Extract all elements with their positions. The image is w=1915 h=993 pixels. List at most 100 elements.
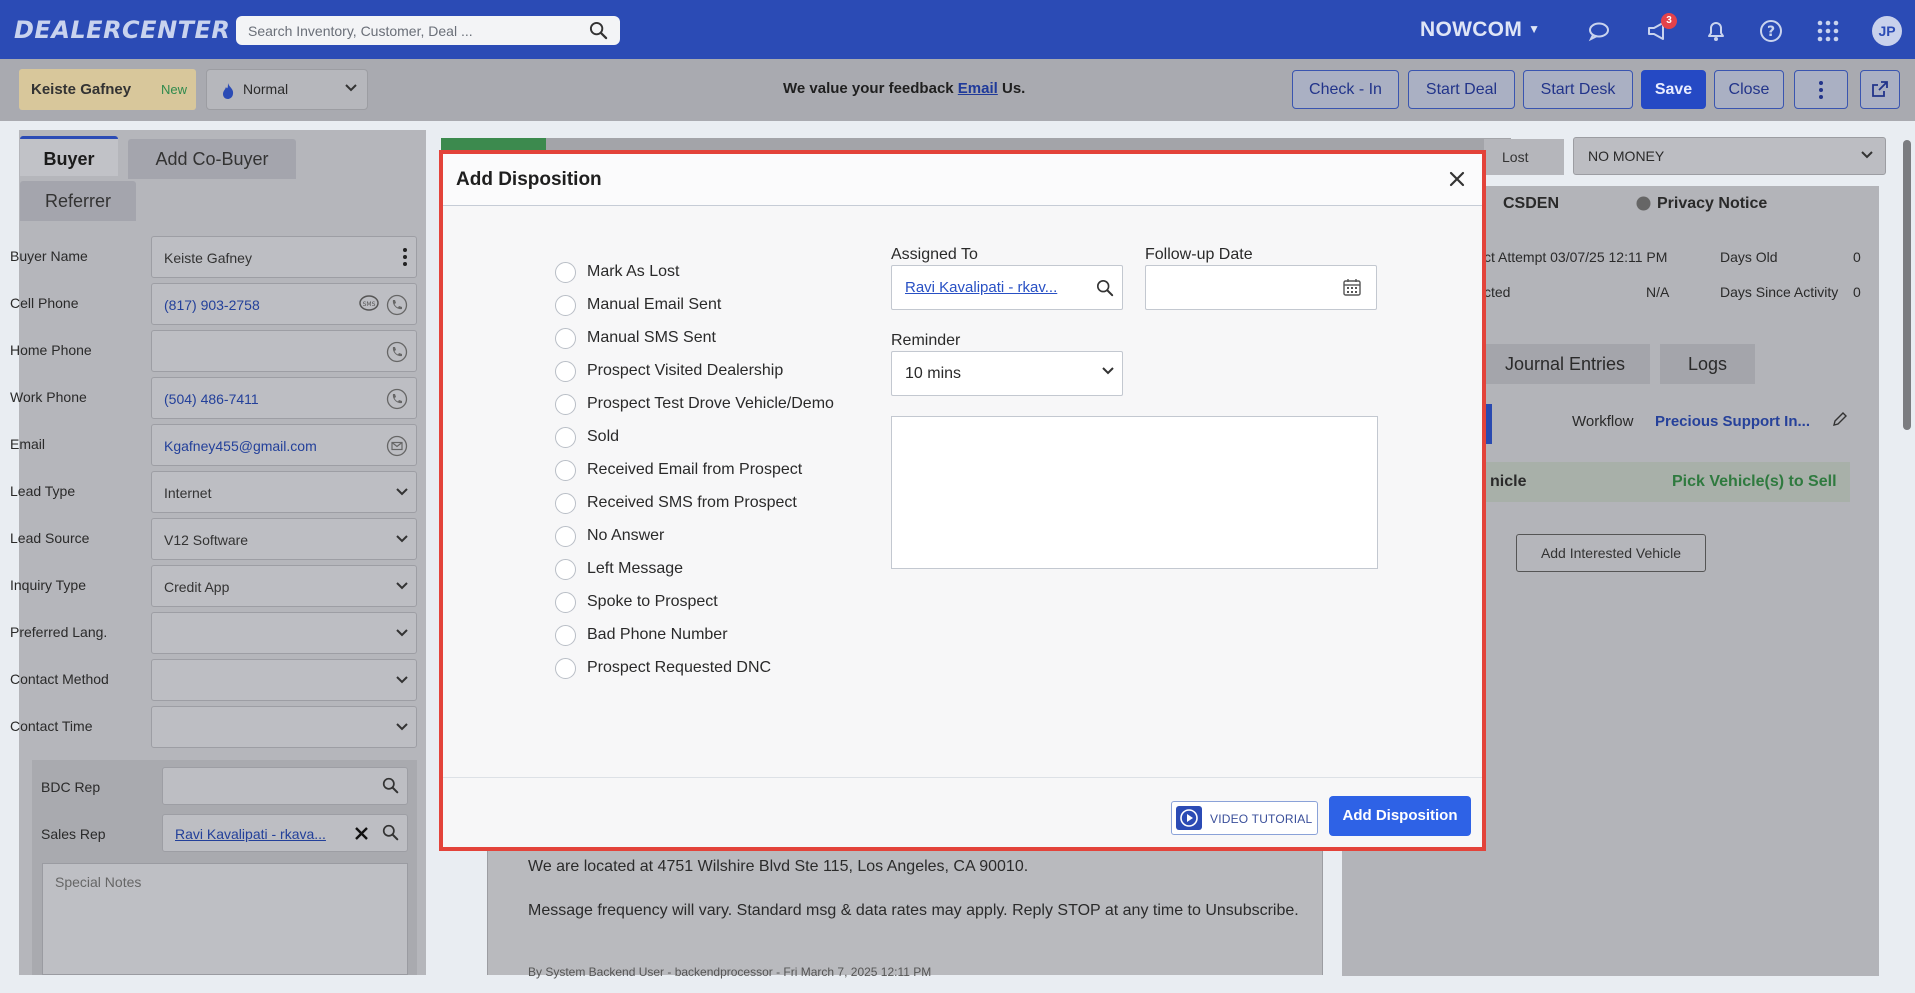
radio-button[interactable] bbox=[555, 295, 576, 316]
tab-buyer[interactable]: Buyer bbox=[20, 136, 118, 176]
disposition-option-requested-dnc[interactable]: Prospect Requested DNC bbox=[555, 655, 875, 681]
disposition-option-prospect-test-drove[interactable]: Prospect Test Drove Vehicle/Demo bbox=[555, 391, 875, 417]
page-scrollbar[interactable] bbox=[1903, 140, 1911, 430]
inquiry-type-select[interactable]: Credit App bbox=[151, 565, 417, 607]
save-button[interactable]: Save bbox=[1641, 70, 1706, 109]
radio-button[interactable] bbox=[555, 328, 576, 349]
add-disposition-button[interactable]: Add Disposition bbox=[1329, 796, 1471, 836]
radio-button[interactable] bbox=[555, 592, 576, 613]
chat-bubbles-icon[interactable] bbox=[1587, 18, 1613, 44]
tab-add-co-buyer[interactable]: Add Co-Buyer bbox=[128, 139, 296, 179]
disposition-option-left-message[interactable]: Left Message bbox=[555, 556, 875, 582]
search-icon[interactable] bbox=[1096, 279, 1114, 297]
more-options-button[interactable] bbox=[1794, 70, 1848, 109]
pencil-icon[interactable] bbox=[1832, 411, 1848, 427]
preferred-lang-select[interactable] bbox=[151, 612, 417, 654]
tab-journal-entries[interactable]: Journal Entries bbox=[1480, 344, 1650, 384]
special-notes-textarea[interactable]: Special Notes bbox=[42, 863, 408, 975]
field-value[interactable]: Kgafney455@gmail.com bbox=[164, 438, 317, 454]
apps-grid-icon[interactable] bbox=[1815, 18, 1841, 44]
radio-button[interactable] bbox=[555, 559, 576, 580]
alerts-button[interactable]: 3 bbox=[1645, 13, 1677, 44]
bell-icon[interactable] bbox=[1703, 18, 1729, 44]
check-in-button[interactable]: Check - In bbox=[1292, 70, 1399, 109]
user-avatar[interactable]: JP bbox=[1872, 16, 1902, 46]
field-sales-rep: Sales Rep Ravi Kavalipati - rkava... bbox=[41, 812, 411, 856]
pick-vehicle-link[interactable]: Pick Vehicle(s) to Sell bbox=[1672, 473, 1837, 491]
dealercenter-logo[interactable]: DEALERCENTER bbox=[14, 16, 230, 44]
field-value[interactable]: (504) 486-7411 bbox=[164, 391, 259, 407]
disposition-option-received-sms[interactable]: Received SMS from Prospect bbox=[555, 490, 875, 516]
disposition-option-manual-email-sent[interactable]: Manual Email Sent bbox=[555, 292, 875, 318]
search-icon[interactable] bbox=[589, 21, 608, 40]
sms-icon[interactable]: SMS bbox=[358, 294, 380, 314]
radio-button[interactable] bbox=[555, 427, 576, 448]
pop-out-button[interactable] bbox=[1860, 70, 1900, 109]
radio-button[interactable] bbox=[555, 526, 576, 547]
lead-type-select[interactable]: Internet bbox=[151, 471, 417, 513]
clear-icon[interactable] bbox=[354, 826, 369, 841]
radio-button[interactable] bbox=[555, 262, 576, 283]
help-icon[interactable]: ? bbox=[1758, 18, 1784, 44]
sales-rep-link[interactable]: Ravi Kavalipati - rkava... bbox=[175, 826, 326, 842]
email-input[interactable]: Kgafney455@gmail.com bbox=[151, 424, 417, 466]
disposition-notes-textarea[interactable] bbox=[891, 416, 1378, 569]
privacy-notice-link[interactable]: Privacy Notice bbox=[1657, 195, 1767, 213]
radio-button[interactable] bbox=[555, 493, 576, 514]
video-tutorial-button[interactable]: VIDEO TUTORIAL bbox=[1171, 801, 1318, 835]
phone-icon[interactable] bbox=[386, 294, 408, 316]
cell-phone-input[interactable]: (817) 903-2758 SMS bbox=[151, 283, 417, 325]
radio-button[interactable] bbox=[555, 658, 576, 679]
disposition-option-received-email[interactable]: Received Email from Prospect bbox=[555, 457, 875, 483]
follow-up-date-input[interactable] bbox=[1145, 265, 1377, 310]
special-notes-placeholder: Special Notes bbox=[55, 874, 142, 890]
kebab-menu-icon[interactable] bbox=[402, 247, 408, 267]
tab-referrer[interactable]: Referrer bbox=[20, 181, 136, 221]
start-deal-button[interactable]: Start Deal bbox=[1408, 70, 1515, 109]
disposition-option-sold[interactable]: Sold bbox=[555, 424, 875, 450]
radio-button[interactable] bbox=[555, 625, 576, 646]
bdc-rep-input[interactable] bbox=[162, 767, 408, 805]
phone-icon[interactable] bbox=[386, 341, 408, 363]
radio-button[interactable] bbox=[555, 394, 576, 415]
contact-method-select[interactable] bbox=[151, 659, 417, 701]
contact-time-select[interactable] bbox=[151, 706, 417, 748]
workflow-link[interactable]: Precious Support In... bbox=[1655, 413, 1810, 430]
priority-select[interactable]: Normal bbox=[206, 69, 368, 110]
buyer-name-input[interactable]: Keiste Gafney bbox=[151, 236, 417, 278]
assigned-to-link[interactable]: Ravi Kavalipati - rkav... bbox=[905, 279, 1057, 296]
search-icon[interactable] bbox=[382, 777, 399, 794]
radio-button[interactable] bbox=[555, 361, 576, 382]
start-desk-button[interactable]: Start Desk bbox=[1523, 70, 1633, 109]
tab-logs[interactable]: Logs bbox=[1660, 344, 1755, 384]
disposition-option-no-answer[interactable]: No Answer bbox=[555, 523, 875, 549]
disposition-option-prospect-visited-dealership[interactable]: Prospect Visited Dealership bbox=[555, 358, 875, 384]
close-button[interactable]: Close bbox=[1714, 70, 1784, 109]
company-selector[interactable]: NOWCOM ▼ bbox=[1420, 18, 1540, 42]
csden-link[interactable]: CSDEN bbox=[1503, 195, 1559, 213]
global-search[interactable] bbox=[236, 16, 620, 45]
disposition-option-spoke-to-prospect[interactable]: Spoke to Prospect bbox=[555, 589, 875, 615]
add-interested-vehicle-button[interactable]: Add Interested Vehicle bbox=[1516, 534, 1706, 572]
close-icon[interactable] bbox=[1446, 168, 1468, 190]
disposition-option-mark-as-lost[interactable]: Mark As Lost bbox=[555, 259, 875, 285]
feedback-email-link[interactable]: Email bbox=[958, 80, 998, 97]
search-icon[interactable] bbox=[382, 824, 399, 841]
assigned-to-input[interactable]: Ravi Kavalipati - rkav... bbox=[891, 265, 1123, 310]
field-value[interactable]: (817) 903-2758 bbox=[164, 297, 260, 313]
disposition-option-bad-phone-number[interactable]: Bad Phone Number bbox=[555, 622, 875, 648]
radio-button[interactable] bbox=[555, 460, 576, 481]
lost-reason-select[interactable]: NO MONEY bbox=[1573, 137, 1886, 175]
modal-title: Add Disposition bbox=[456, 169, 602, 190]
home-phone-input[interactable] bbox=[151, 330, 417, 372]
lead-source-select[interactable]: V12 Software bbox=[151, 518, 417, 560]
envelope-icon[interactable] bbox=[386, 435, 408, 457]
reminder-select[interactable]: 10 mins bbox=[891, 351, 1123, 396]
phone-icon[interactable] bbox=[386, 388, 408, 410]
priority-value: Normal bbox=[243, 81, 289, 97]
work-phone-input[interactable]: (504) 486-7411 bbox=[151, 377, 417, 419]
global-search-input[interactable] bbox=[248, 20, 578, 41]
sales-rep-input[interactable]: Ravi Kavalipati - rkava... bbox=[162, 814, 408, 852]
calendar-icon[interactable] bbox=[1342, 277, 1362, 297]
disposition-option-manual-sms-sent[interactable]: Manual SMS Sent bbox=[555, 325, 875, 351]
